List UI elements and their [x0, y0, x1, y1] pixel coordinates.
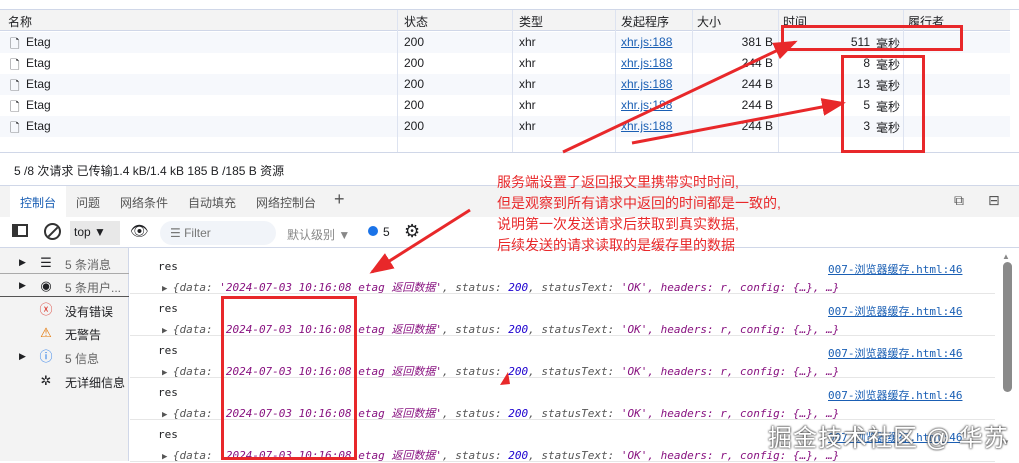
arrow — [369, 208, 471, 274]
annotation-text: 服务端设置了返回报文里携带实时时间, 但是观察到所有请求中返回的时间都是一致的,… — [497, 172, 781, 256]
watermark: 掘金技术社区 @ 华苏 — [768, 425, 1009, 452]
annotation-line: 说明第一次发送请求后获取到真实数据, — [497, 216, 739, 232]
annotation-line: 但是观察到所有请求中返回的时间都是一致的, — [497, 195, 781, 211]
arrow-head — [500, 372, 510, 385]
arrow — [631, 98, 846, 145]
annotation-line: 后续发送的请求读取的是缓存里的数据 — [497, 237, 735, 253]
annotation-line: 服务端设置了返回报文里携带实时时间, — [497, 174, 739, 190]
